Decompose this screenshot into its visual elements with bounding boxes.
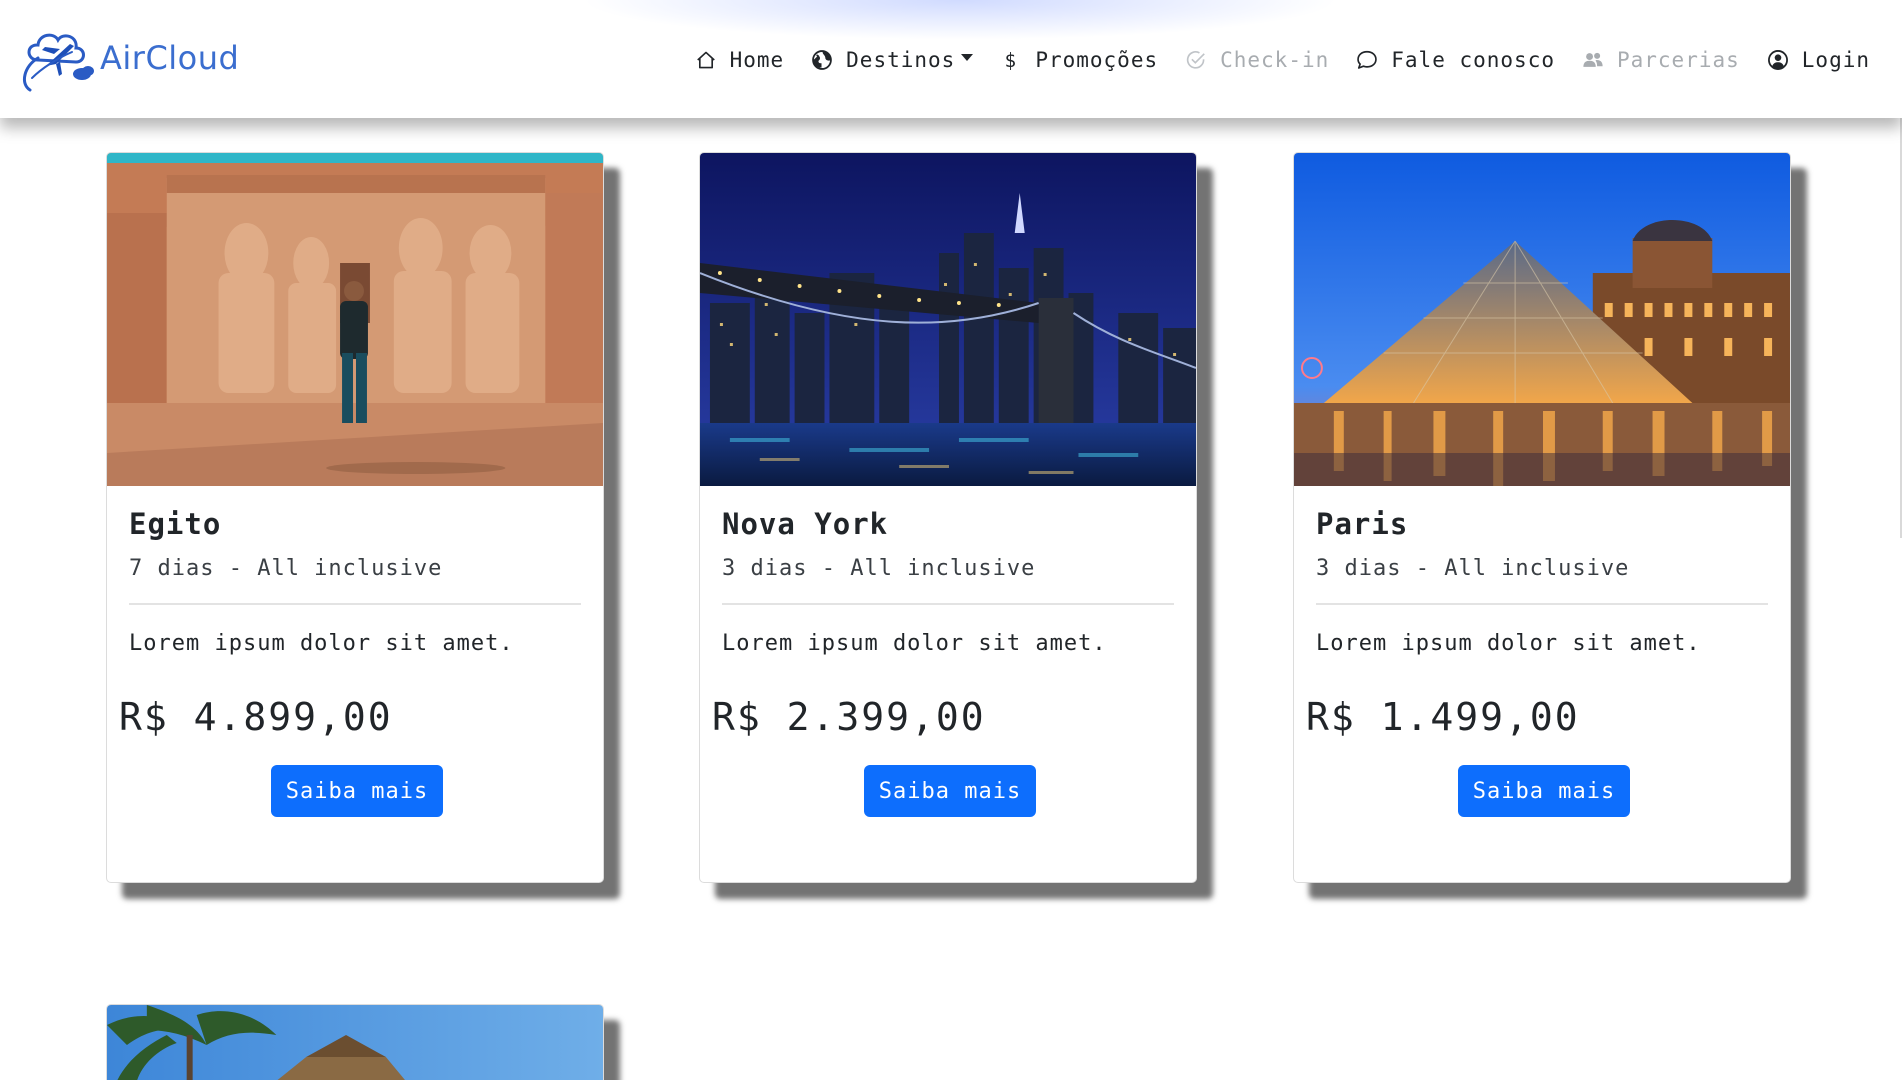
new-york-bridge-image [700,153,1196,486]
nav-fale-conosco-label: Fale conosco [1391,48,1555,72]
nav-menu: Home Destinos $ Promoções Check-in Fale … [668,40,1870,80]
card-divider [722,603,1174,605]
nav-home-label: Home [729,48,785,72]
card-price: R$ 2.399,00 [712,695,986,739]
nav-checkin-link[interactable]: Check-in [1184,48,1329,72]
nav-parcerias-label: Parcerias [1616,48,1740,72]
card-price: R$ 1.499,00 [1306,695,1580,739]
nav-promocoes-label: Promoções [1035,48,1159,72]
nav-destinos-label: Destinos [846,48,956,72]
nav-login-label: Login [1801,48,1870,72]
dollar-icon: $ [999,48,1023,72]
nav-promocoes-link[interactable]: $ Promoções [999,48,1158,72]
card-subtitle: 3 dias - All inclusive [722,556,1036,581]
tropical-beach-image [107,1005,603,1080]
card-price: R$ 4.899,00 [119,695,393,739]
navbar-glow-decoration [580,0,1340,40]
card-subtitle: 3 dias - All inclusive [1316,556,1630,581]
card-description: Lorem ipsum dolor sit amet. [1316,631,1701,656]
paris-louvre-image [1294,153,1790,486]
destination-card-nova-york: Nova York 3 dias - All inclusive Lorem i… [699,152,1197,883]
nav-parcerias-link[interactable]: Parcerias [1581,48,1740,72]
card-title: Egito [129,507,222,541]
card-divider [1316,603,1768,605]
card-description: Lorem ipsum dolor sit amet. [722,631,1107,656]
card-divider [129,603,581,605]
card-subtitle: 7 dias - All inclusive [129,556,443,581]
chevron-down-icon [961,53,974,61]
brand-link[interactable]: AirCloud [16,18,239,98]
saiba-mais-button[interactable]: Saiba mais [271,765,443,817]
nav-checkin-label: Check-in [1220,48,1330,72]
nav-fale-conosco-link[interactable]: Fale conosco [1355,48,1555,72]
saiba-mais-button[interactable]: Saiba mais [864,765,1036,817]
check-circle-icon [1184,48,1208,72]
svg-text:$: $ [1005,49,1018,71]
user-circle-icon [1766,48,1790,72]
card-title: Nova York [722,507,889,541]
card-title: Paris [1316,507,1409,541]
cloud-plane-logo-icon [22,33,94,92]
home-icon [694,48,718,72]
nav-destinos-dropdown[interactable]: Destinos [810,48,974,72]
card-description: Lorem ipsum dolor sit amet. [129,631,514,656]
nav-home-link[interactable]: Home [694,48,785,72]
saiba-mais-button[interactable]: Saiba mais [1458,765,1630,817]
destination-card-tropical [106,1004,604,1080]
egypt-temple-image [107,153,603,486]
destination-card-paris: Paris 3 dias - All inclusive Lorem ipsum… [1293,152,1791,883]
destination-card-egito: Egito 7 dias - All inclusive Lorem ipsum… [106,152,604,883]
chat-bubble-icon [1355,48,1379,72]
top-navbar: AirCloud Home Destinos $ Promoções Check… [0,0,1902,118]
brand-name: AirCloud [100,39,240,77]
globe-icon [810,48,834,72]
nav-login-link[interactable]: Login [1766,48,1870,72]
people-icon [1581,48,1605,72]
